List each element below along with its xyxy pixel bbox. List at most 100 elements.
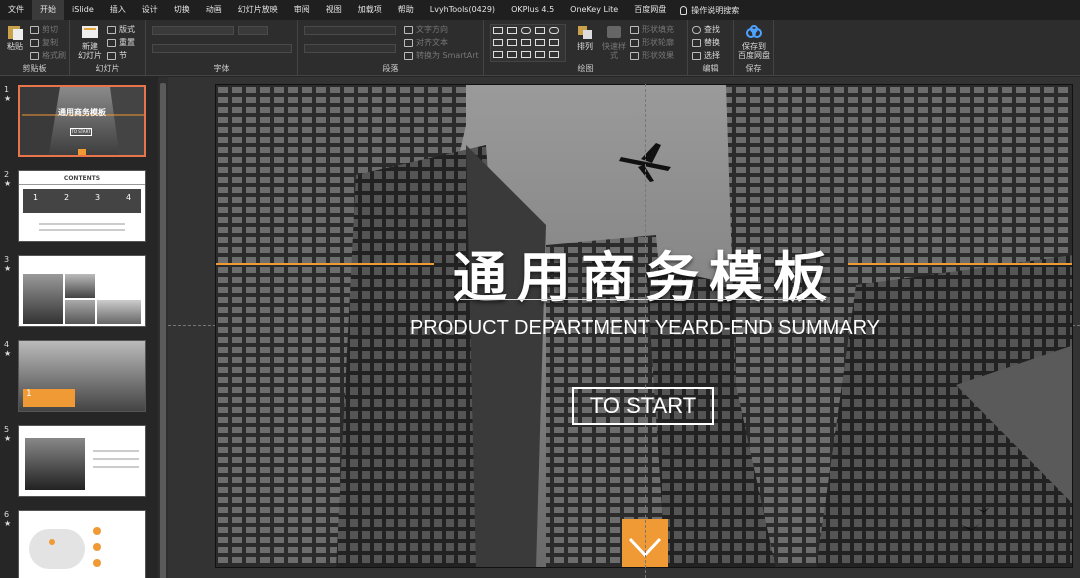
slide-thumbnail-5[interactable]	[18, 425, 146, 497]
format-painter-button[interactable]: 格式刷	[30, 50, 66, 61]
to-start-button[interactable]: TO START	[572, 387, 714, 425]
ribbon: 粘贴 剪切 复制 格式刷 剪贴板 新建 幻灯片 版式 重置 节 幻灯片 字体 文…	[0, 20, 1080, 76]
thumb-text-line	[39, 223, 125, 225]
tab-baidu[interactable]: 百度网盘	[626, 0, 674, 20]
slide-thumbnail-1[interactable]: 通用商务模板 TO START	[18, 85, 146, 157]
thumb-buildings-image	[20, 87, 144, 155]
new-slide-button[interactable]: 新建 幻灯片	[74, 24, 106, 60]
tab-insert[interactable]: 插入	[102, 0, 134, 20]
thumb-text-line	[93, 458, 139, 460]
tab-help[interactable]: 帮助	[390, 0, 422, 20]
current-slide[interactable]: 通用商务模板 PRODUCT DEPARTMENT YEARD-END SUMM…	[215, 84, 1073, 568]
find-button[interactable]: 查找	[692, 24, 720, 35]
thumb-photo	[65, 300, 95, 324]
tab-onekey[interactable]: OneKey Lite	[562, 0, 626, 20]
shapes-gallery[interactable]	[490, 24, 566, 62]
tab-transitions[interactable]: 切换	[166, 0, 198, 20]
thumb-item: 3	[95, 193, 101, 202]
shape-brace-icon	[535, 51, 545, 58]
shape-effects-button[interactable]: 形状效果	[630, 50, 674, 61]
slide-thumbnail-4[interactable]: 1	[18, 340, 146, 412]
quick-styles-button[interactable]: 快速样式	[600, 24, 628, 60]
powerpoint-window: 文件 开始 iSlide 插入 设计 切换 动画 幻灯片放映 审阅 视图 加载项…	[0, 0, 1080, 578]
arrange-button[interactable]: 排列	[572, 24, 598, 51]
brush-icon	[30, 51, 39, 60]
shape-curve-icon	[493, 51, 503, 58]
align-buttons[interactable]	[304, 44, 396, 53]
tab-design[interactable]: 设计	[134, 0, 166, 20]
paste-icon	[6, 24, 24, 40]
shape-oval-icon	[549, 27, 559, 34]
cut-button[interactable]: 剪切	[30, 24, 58, 35]
shape-outline-button[interactable]: 形状轮廓	[630, 37, 674, 48]
font-size-box[interactable]	[238, 26, 268, 35]
new-slide-label-2: 幻灯片	[78, 51, 102, 60]
slides-group-label: 幻灯片	[95, 64, 120, 73]
font-format-buttons[interactable]	[152, 44, 292, 53]
scissors-icon	[30, 25, 39, 34]
reset-button[interactable]: 重置	[107, 37, 135, 48]
tab-home[interactable]: 开始	[32, 0, 64, 20]
align-text-button[interactable]: 对齐文本	[404, 37, 448, 48]
reset-label: 重置	[119, 38, 135, 47]
outline-icon	[630, 38, 639, 47]
fill-icon	[630, 25, 639, 34]
scrollbar-thumb[interactable]	[160, 83, 166, 578]
slide-thumbnail-2[interactable]: CONTENTS 1 2 3 4	[18, 170, 146, 242]
slide-number: 5 ★	[4, 425, 12, 443]
arrange-label: 排列	[577, 42, 593, 51]
shape-outline-label: 形状轮廓	[642, 38, 674, 47]
shape-triangle-icon	[507, 39, 517, 46]
title-underline	[460, 299, 826, 300]
text-direction-label: 文字方向	[416, 25, 448, 34]
thumb-photo	[25, 438, 85, 490]
slide-thumbnail-pane: 1 ★ 通用商务模板 TO START 2 ★ CONTENTS 1 2 3 4 3…	[0, 77, 158, 578]
shape-fill-button[interactable]: 形状填充	[630, 24, 674, 35]
smartart-button[interactable]: 转换为 SmartArt	[404, 50, 479, 61]
animation-star-icon: ★	[4, 519, 12, 528]
slide-number: 2 ★	[4, 170, 12, 188]
thumb-title: 通用商务模板	[58, 108, 106, 117]
save-to-label-1: 保存到	[742, 42, 766, 51]
list-buttons[interactable]	[304, 26, 396, 35]
shape-effects-label: 形状效果	[642, 51, 674, 60]
save-group: 保存到 百度网盘 保存	[734, 20, 774, 76]
tab-slideshow[interactable]: 幻灯片放映	[230, 0, 286, 20]
slide-number: 6 ★	[4, 510, 12, 528]
reset-icon	[107, 38, 116, 47]
paste-button[interactable]: 粘贴	[3, 24, 27, 51]
text-direction-button[interactable]: 文字方向	[404, 24, 448, 35]
copy-icon	[30, 38, 39, 47]
save-to-baidu-button[interactable]: 保存到 百度网盘	[736, 24, 772, 60]
tab-islide[interactable]: iSlide	[64, 0, 102, 20]
section-button[interactable]: 节	[107, 50, 127, 61]
tab-addins[interactable]: 加载项	[350, 0, 390, 20]
slides-group: 新建 幻灯片 版式 重置 节 幻灯片	[70, 20, 146, 76]
select-button[interactable]: 选择	[692, 50, 720, 61]
copy-button[interactable]: 复制	[30, 37, 58, 48]
shape-arrow-icon	[549, 39, 559, 46]
thumb-contents-band	[23, 189, 141, 213]
thumbnail-scrollbar[interactable]	[158, 77, 168, 578]
tab-view[interactable]: 视图	[318, 0, 350, 20]
replace-label: 替换	[704, 38, 720, 47]
thumb-marker	[93, 543, 101, 551]
tab-animations[interactable]: 动画	[198, 0, 230, 20]
vertical-guide	[645, 84, 646, 578]
tab-lvyhtools[interactable]: LvyhTools(0429)	[422, 0, 503, 20]
align-text-label: 对齐文本	[416, 38, 448, 47]
font-name-box[interactable]	[152, 26, 234, 35]
quick-styles-label: 快速样式	[602, 42, 626, 60]
tab-okplus[interactable]: OKPlus 4.5	[503, 0, 562, 20]
thumb-marker	[93, 559, 101, 567]
tell-me-search[interactable]: 操作说明搜索	[674, 5, 739, 16]
shape-rect-icon	[535, 27, 545, 34]
slide-thumbnail-3[interactable]	[18, 255, 146, 327]
replace-button[interactable]: 替换	[692, 37, 720, 48]
new-slide-icon	[81, 24, 99, 40]
shape-fill-label: 形状填充	[642, 25, 674, 34]
slide-thumbnail-6[interactable]	[18, 510, 146, 578]
tab-file[interactable]: 文件	[0, 0, 32, 20]
tab-review[interactable]: 审阅	[286, 0, 318, 20]
layout-button[interactable]: 版式	[107, 24, 135, 35]
